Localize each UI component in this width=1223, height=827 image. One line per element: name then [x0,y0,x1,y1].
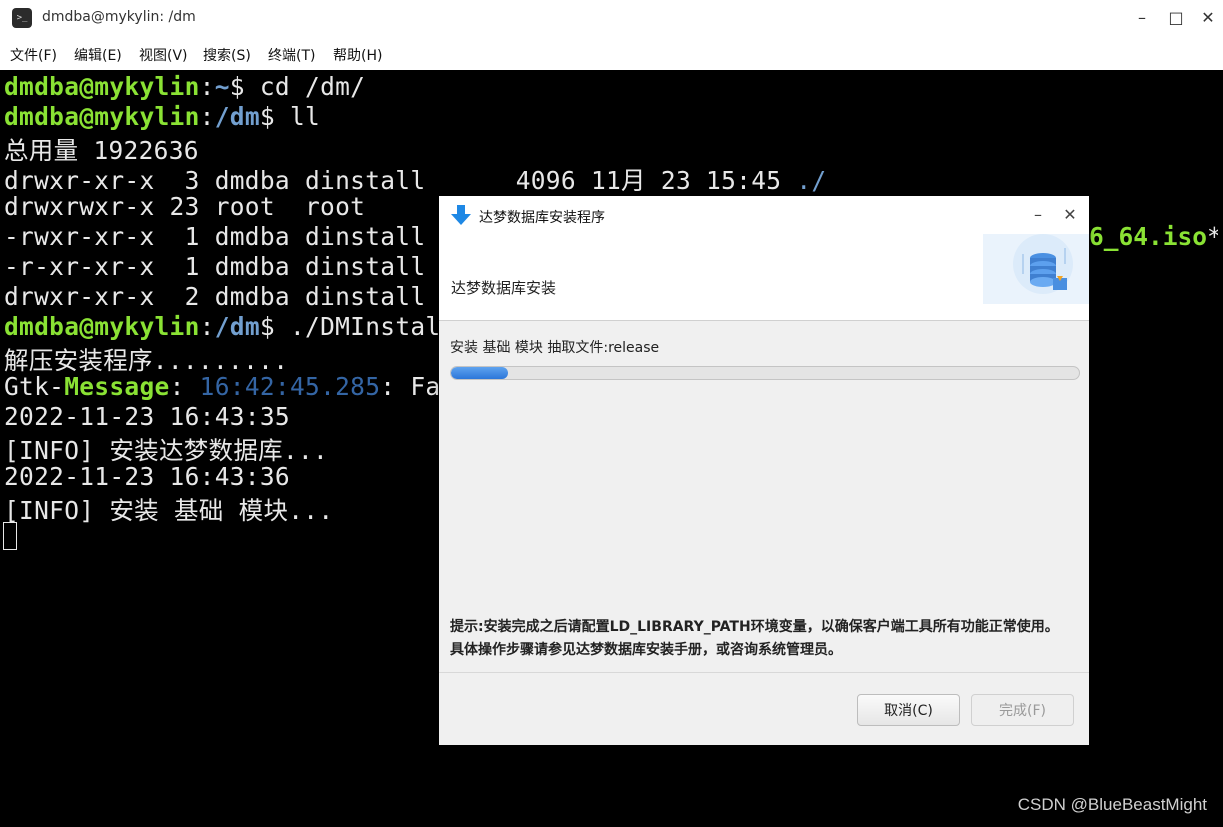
installer-dialog: 达梦数据库安装程序 – ✕ 达梦数据库安装 安装 基础 模块 抽取文件:rele… [439,196,1089,745]
menu-file[interactable]: 文件(F) [10,45,57,65]
window-title: dmdba@mykylin: /dm [42,9,196,25]
prompt-user: dmdba@mykylin [4,102,200,131]
terminal-line: dmdba@mykylin:~$ cd /dm/ [4,72,366,101]
terminal-line: dmdba@mykylin:/dm$ ll [4,102,321,131]
listing-file: 6_64.iso [1089,222,1208,251]
prompt-path: /dm [214,312,260,341]
listing-dir: ./ [796,166,827,195]
header-title: 达梦数据库安装 [451,279,557,297]
terminal-line: -rwxr-xr-x 1 dmdba dinstall [4,222,426,251]
menu-view[interactable]: 视图(V) [139,45,188,65]
menu-edit[interactable]: 编辑(E) [74,45,122,65]
listing-text: drwxr-xr-x 3 dmdba dinstall 4096 11月 23 … [4,166,797,195]
terminal-line-overflow: 6_64.iso* [1089,222,1222,251]
window-titlebar: >_ dmdba@mykylin: /dm – □ ✕ [0,0,1223,36]
terminal-line: [INFO] 安装 基础 模块... [4,496,334,525]
command-text: $ cd /dm/ [229,72,366,101]
prompt-path: ~ [214,72,230,101]
dialog-minimize-icon[interactable]: – [1027,204,1049,226]
separator: : [169,372,200,401]
download-arrow-icon [451,205,471,225]
menu-terminal[interactable]: 终端(T) [268,45,315,65]
terminal-scrollbar[interactable] [1218,152,1223,802]
footer-divider [439,672,1089,673]
terminal-line: drwxrwxr-x 23 root root [4,192,366,221]
gtk-message-label: Message [64,372,170,401]
cancel-button[interactable]: 取消(C) [857,694,960,726]
terminal-line: -r-xr-xr-x 1 dmdba dinstall [4,252,426,281]
terminal-line: dmdba@mykylin:/dm$ ./DMInstal [4,312,441,341]
terminal-line: 2022-11-23 16:43:35 [4,402,290,431]
command-text: $ ll [259,102,321,131]
minimize-icon[interactable]: – [1130,6,1154,30]
dialog-title: 达梦数据库安装程序 [479,210,605,226]
terminal-line: drwxr-xr-x 2 dmdba dinstall [4,282,426,311]
terminal-icon: >_ [12,8,32,28]
hint-text: 提示:安装完成之后请配置LD_LIBRARY_PATH环境变量，以确保客户端工具… [450,619,1059,658]
terminal-line: Gtk-Message: 16:42:45.285: Fa [4,372,440,401]
menu-help[interactable]: 帮助(H) [333,45,382,65]
dialog-titlebar: 达梦数据库安装程序 – ✕ [439,196,1089,234]
dialog-header: 达梦数据库安装 [439,234,1089,321]
dialog-close-icon[interactable]: ✕ [1059,204,1081,226]
install-status-text: 安装 基础 模块 抽取文件:release [450,340,660,356]
gtk-label: Gtk- [4,372,65,401]
command-text: $ ./DMInstal [259,312,441,341]
prompt-user: dmdba@mykylin [4,72,200,101]
prompt-path: /dm [214,102,260,131]
progress-fill [451,367,508,379]
install-progress-bar [450,366,1080,380]
prompt-user: dmdba@mykylin [4,312,200,341]
finish-button[interactable]: 完成(F) [971,694,1074,726]
watermark-text: CSDN @BlueBeastMight [1017,795,1207,814]
menu-bar: 文件(F) 编辑(E) 视图(V) 搜索(S) 终端(T) 帮助(H) [0,36,1223,70]
terminal-cursor [3,522,17,550]
menu-search[interactable]: 搜索(S) [203,45,251,65]
close-icon[interactable]: ✕ [1196,6,1220,30]
maximize-icon[interactable]: □ [1164,6,1188,30]
gtk-text: : Fa [380,372,441,401]
terminal-line: 2022-11-23 16:43:36 [4,462,290,491]
gtk-timestamp: 16:42:45.285 [199,372,381,401]
database-illustration-icon [983,234,1089,304]
